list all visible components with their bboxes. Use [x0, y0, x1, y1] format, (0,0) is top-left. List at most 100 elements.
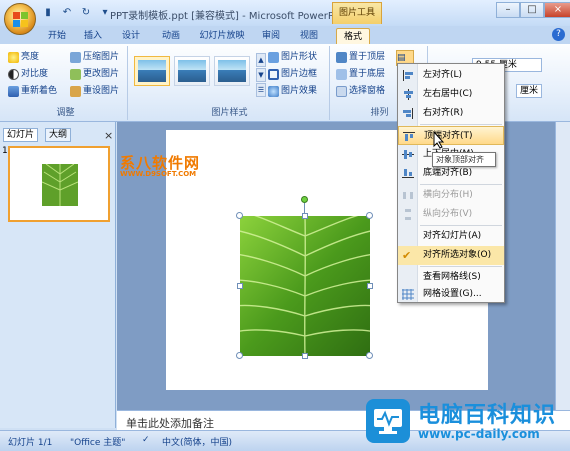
save-icon[interactable]: ▮	[40, 5, 56, 21]
menu-align-center[interactable]: 左右居中(C)	[398, 85, 504, 104]
pane-close-icon[interactable]: ×	[104, 129, 113, 142]
resize-handle-s[interactable]	[302, 353, 308, 359]
selection-pane-button[interactable]: 选择窗格	[336, 84, 385, 98]
picture-shape-button[interactable]: 图片形状	[268, 50, 317, 64]
tab-animation[interactable]: 动画	[158, 28, 184, 44]
resize-handle-ne[interactable]	[366, 212, 373, 219]
picture-style-1[interactable]	[134, 56, 170, 86]
gallery-up-icon[interactable]: ▲	[256, 53, 266, 67]
picture-style-3[interactable]	[214, 56, 250, 86]
recolor-button[interactable]: 重新着色	[8, 84, 57, 98]
picture-shape-icon	[268, 51, 279, 63]
leaf-picture[interactable]	[240, 216, 370, 356]
bring-to-front-button[interactable]: 置于顶层	[336, 50, 385, 64]
notes-placeholder: 单击此处添加备注	[126, 417, 214, 430]
tab-design[interactable]: 设计	[118, 28, 144, 44]
compress-pictures-button[interactable]: 压缩图片	[70, 50, 119, 64]
tab-format[interactable]: 格式	[336, 28, 370, 44]
status-theme: "Office 主题"	[70, 438, 126, 448]
menu-grid-settings[interactable]: 网格设置(G)...	[398, 285, 504, 304]
help-icon[interactable]: ?	[552, 28, 565, 41]
monitor-logo-icon	[366, 399, 410, 443]
contrast-icon	[8, 68, 19, 80]
brightness-icon	[8, 51, 19, 63]
mouse-cursor-icon	[433, 131, 445, 149]
send-to-back-button[interactable]: 置于底层	[336, 67, 385, 81]
menu-align-right[interactable]: 右对齐(R)	[398, 104, 504, 123]
resize-handle-se[interactable]	[366, 352, 373, 359]
gallery-down-icon[interactable]: ▼	[256, 68, 266, 82]
close-button[interactable]: ×	[544, 2, 570, 18]
align-center-icon	[402, 89, 414, 100]
menu-distribute-horizontal: 横向分布(H)	[398, 186, 504, 205]
gallery-more-icon[interactable]: ☰	[256, 83, 266, 97]
send-to-back-icon	[336, 68, 347, 80]
office-logo-icon	[13, 12, 28, 27]
align-middle-icon	[402, 149, 414, 160]
recolor-icon	[8, 85, 19, 97]
menu-align-top[interactable]: 顶端对齐(T)	[398, 126, 504, 145]
tab-review[interactable]: 审阅	[258, 28, 284, 44]
picture-border-icon	[268, 68, 279, 80]
distribute-vertical-icon	[402, 209, 414, 220]
brand-watermark: 电脑百科知识 www.pc-daily.com	[360, 395, 570, 451]
tab-view[interactable]: 视图	[296, 28, 322, 44]
adjust-group: 亮度 对比度 重新着色 压缩图片 更改图片 重设图片 调整	[4, 46, 128, 120]
resize-handle-e[interactable]	[367, 283, 373, 289]
status-slide: 幻灯片 1/1	[8, 438, 53, 448]
rotate-handle[interactable]	[301, 196, 308, 203]
width-field[interactable]: 厘米	[516, 84, 542, 98]
vertical-scrollbar[interactable]	[555, 122, 570, 410]
picture-styles-group-label: 图片样式	[211, 108, 248, 118]
picture-effects-button[interactable]: 图片效果	[268, 84, 317, 98]
tab-slides[interactable]: 幻灯片	[3, 128, 39, 142]
undo-icon[interactable]: ↶	[59, 5, 75, 21]
menu-align-left[interactable]: 左对齐(L)	[398, 66, 504, 85]
tab-slideshow[interactable]: 幻灯片放映	[196, 28, 248, 44]
resize-handle-sw[interactable]	[236, 352, 243, 359]
leaf-thumbnail-image	[42, 164, 78, 206]
maximize-button[interactable]: □	[520, 2, 544, 18]
slide-number: 1	[2, 146, 8, 156]
picture-border-button[interactable]: 图片边框	[268, 67, 317, 81]
menu-align-to-slide[interactable]: 对齐幻灯片(A)	[398, 227, 504, 246]
quick-access-toolbar: ▮ ↶ ↻ ▾	[40, 5, 113, 21]
grid-icon	[402, 289, 414, 300]
align-left-icon	[402, 70, 414, 81]
reset-picture-button[interactable]: 重设图片	[70, 84, 119, 98]
contrast-button[interactable]: 对比度	[8, 67, 48, 81]
adjust-group-label: 调整	[56, 108, 75, 118]
redo-icon[interactable]: ↻	[78, 5, 94, 21]
brightness-button[interactable]: 亮度	[8, 50, 39, 64]
checkmark-icon: ✔	[402, 249, 412, 262]
picture-style-2[interactable]	[174, 56, 210, 86]
change-picture-icon	[70, 68, 81, 80]
pane-tabs: 幻灯片 大纲	[3, 128, 111, 142]
tab-home[interactable]: 开始	[44, 28, 70, 44]
minimize-button[interactable]: –	[496, 2, 520, 18]
align-menu: 左对齐(L) 左右居中(C) 右对齐(R) 顶端对齐(T) 上下居中(M) 底端…	[397, 63, 505, 303]
resize-handle-n[interactable]	[302, 213, 308, 219]
change-picture-button[interactable]: 更改图片	[70, 67, 119, 81]
tab-insert[interactable]: 插入	[80, 28, 106, 44]
slide-thumbnail[interactable]	[8, 146, 110, 222]
tab-outline[interactable]: 大纲	[45, 128, 72, 142]
selection-pane-icon	[336, 85, 347, 97]
ribbon-tabs: 开始 插入 设计 动画 幻灯片放映 审阅 视图 格式	[0, 26, 570, 44]
picture-effects-icon	[268, 85, 279, 97]
picture-tools-context-tab: 图片工具	[332, 2, 382, 24]
distribute-horizontal-icon	[402, 190, 414, 201]
align-top-icon	[403, 131, 415, 142]
tooltip: 对象顶部对齐	[432, 152, 496, 167]
picture-styles-group: 图片形状 图片边框 图片效果 图片样式	[130, 46, 330, 120]
gallery-scroll[interactable]: ▲ ▼ ☰	[256, 53, 266, 97]
office-button[interactable]	[4, 3, 36, 35]
menu-align-selected-objects[interactable]: ✔ 对齐所选对象(O)	[398, 246, 504, 265]
status-language: 中文(简体，中国)	[162, 438, 233, 448]
resize-handle-w[interactable]	[237, 283, 243, 289]
bring-to-front-icon	[336, 51, 347, 63]
align-bottom-icon	[402, 168, 414, 179]
spellcheck-icon[interactable]: ✓	[142, 435, 150, 445]
resize-handle-nw[interactable]	[236, 212, 243, 219]
window-controls: – □ ×	[496, 2, 570, 18]
